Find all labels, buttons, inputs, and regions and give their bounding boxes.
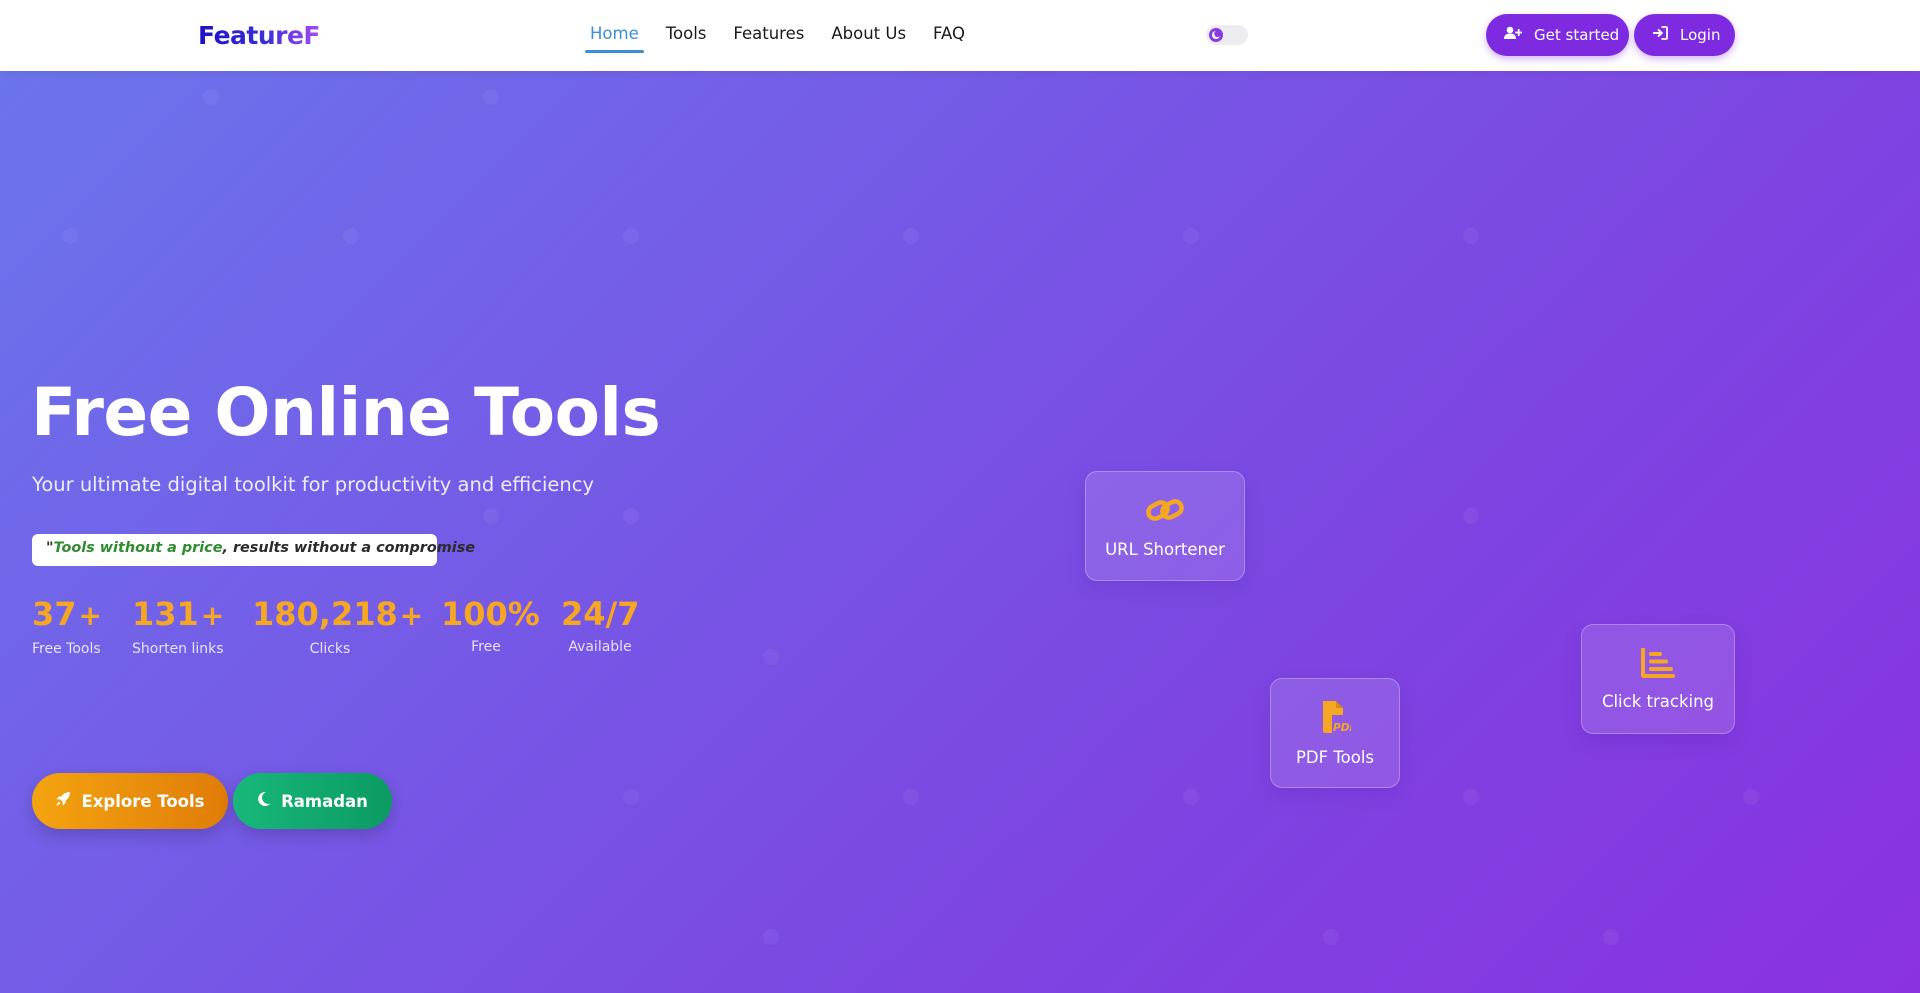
background-dot <box>1603 929 1619 945</box>
background-dot <box>623 228 639 244</box>
stat-value: 37+ <box>32 595 102 633</box>
stat-value: 100% <box>441 595 540 633</box>
bar-chart-icon <box>1641 646 1675 683</box>
stat-label: Clicks <box>309 641 351 657</box>
quote-rest: , results without a compromise <box>222 540 476 556</box>
stat-shorten-links: 131+ Shorten links <box>132 595 225 657</box>
background-dot <box>62 228 78 244</box>
background-dot <box>1183 789 1199 805</box>
main-nav: Home Tools Features About Us FAQ <box>585 22 987 53</box>
background-dot <box>623 789 639 805</box>
quote-highlight: Tools without a price <box>53 540 223 556</box>
hero-subtitle: Your ultimate digital toolkit for produc… <box>32 473 594 496</box>
nav-link-faq[interactable]: FAQ <box>928 22 970 53</box>
background-dot <box>1463 789 1479 805</box>
get-started-label: Get started <box>1534 26 1620 44</box>
ramadan-button[interactable]: Ramadan <box>233 773 392 829</box>
sign-in-icon <box>1652 26 1668 44</box>
quote-box: "Tools without a price, results without … <box>32 534 475 566</box>
link-icon <box>1145 494 1185 531</box>
stat-free: 100% Free <box>441 595 540 655</box>
stat-clicks: 180,218+ Clicks <box>252 595 424 657</box>
rocket-icon <box>55 791 71 811</box>
feature-card-label: PDF Tools <box>1295 747 1375 767</box>
quote-mark: " <box>46 540 54 556</box>
ramadan-label: Ramadan <box>281 791 368 811</box>
nav-link-features[interactable]: Features <box>728 22 809 53</box>
login-label: Login <box>1680 26 1721 44</box>
background-dot <box>1323 929 1339 945</box>
explore-tools-button[interactable]: Explore Tools <box>32 773 228 829</box>
stat-label: Shorten links <box>132 641 224 657</box>
feature-card-label: URL Shortener <box>1105 539 1225 559</box>
background-dot <box>1463 508 1479 524</box>
hero-title: Free Online Tools <box>31 374 661 451</box>
theme-toggle[interactable] <box>1206 25 1248 45</box>
stat-value: 131+ <box>132 595 225 633</box>
moon-icon <box>1209 28 1223 42</box>
nav-link-tools[interactable]: Tools <box>661 22 712 53</box>
stat-label: Available <box>568 639 632 655</box>
get-started-button[interactable]: Get started <box>1486 14 1629 56</box>
background-dot <box>483 89 499 105</box>
login-button[interactable]: Login <box>1634 14 1735 56</box>
background-dot <box>343 228 359 244</box>
navbar: FeatureF Home Tools Features About Us FA… <box>0 0 1920 71</box>
feature-card-url-shortener[interactable]: URL Shortener <box>1085 471 1245 581</box>
pdf-icon-text: PDF <box>1333 722 1351 734</box>
pdf-file-icon: PDF <box>1319 700 1357 739</box>
background-dot <box>483 508 499 524</box>
background-dot <box>1463 228 1479 244</box>
background-dot <box>1183 228 1199 244</box>
explore-tools-label: Explore Tools <box>81 791 205 811</box>
background-dot <box>1743 789 1759 805</box>
stat-label: Free Tools <box>32 641 101 657</box>
background-dot <box>903 789 919 805</box>
stat-value: 24/7 <box>561 595 640 633</box>
background-dot <box>763 929 779 945</box>
background-dot <box>903 228 919 244</box>
crescent-moon-icon <box>257 791 271 811</box>
user-plus-icon <box>1504 26 1523 44</box>
hero-section: Free Online Tools Your ultimate digital … <box>0 71 1920 993</box>
stat-value: 180,218+ <box>252 595 424 633</box>
feature-card-click-tracking[interactable]: Click tracking <box>1581 624 1735 734</box>
site-logo[interactable]: FeatureF <box>198 22 321 50</box>
feature-card-label: Click tracking <box>1601 691 1715 711</box>
background-dot <box>203 89 219 105</box>
feature-card-pdf-tools[interactable]: PDF PDF Tools <box>1270 678 1400 788</box>
nav-link-about-us[interactable]: About Us <box>826 22 911 53</box>
nav-link-home[interactable]: Home <box>585 22 644 53</box>
stat-free-tools: 37+ Free Tools <box>32 595 102 657</box>
background-dot <box>763 649 779 665</box>
background-dot <box>623 508 639 524</box>
stat-label: Free <box>471 639 501 655</box>
stat-available: 24/7 Available <box>561 596 639 655</box>
